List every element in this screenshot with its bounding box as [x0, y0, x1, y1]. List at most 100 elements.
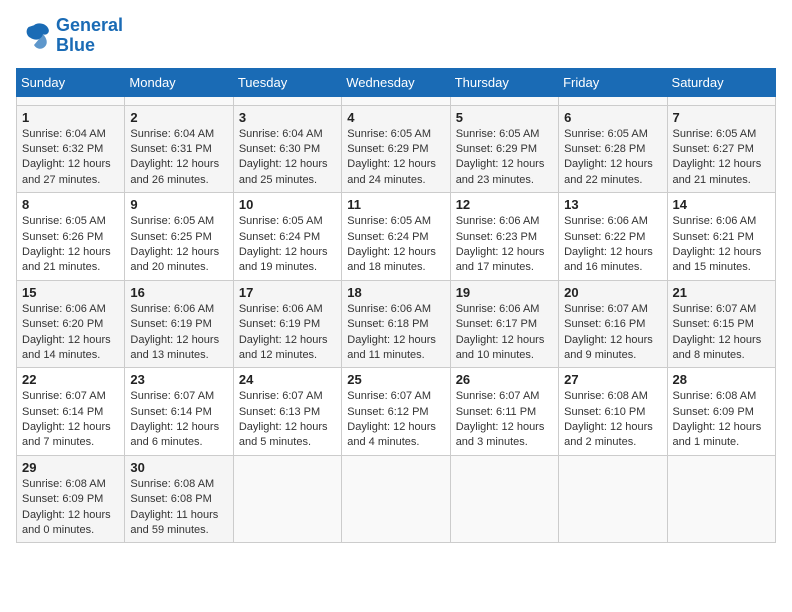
- calendar-cell: [450, 96, 558, 105]
- calendar-cell: 26 Sunrise: 6:07 AM Sunset: 6:11 PM Dayli…: [450, 368, 558, 456]
- calendar-cell: 2 Sunrise: 6:04 AM Sunset: 6:31 PM Daylig…: [125, 105, 233, 193]
- day-info: Sunrise: 6:05 AM Sunset: 6:28 PM Dayligh…: [564, 127, 661, 189]
- day-info: Sunrise: 6:06 AM Sunset: 6:19 PM Dayligh…: [130, 302, 227, 364]
- day-number: 25: [347, 372, 444, 387]
- day-number: 24: [239, 372, 336, 387]
- calendar-cell: 3 Sunrise: 6:04 AM Sunset: 6:30 PM Daylig…: [233, 105, 341, 193]
- day-number: 18: [347, 285, 444, 300]
- calendar-cell: [233, 96, 341, 105]
- day-info: Sunrise: 6:04 AM Sunset: 6:31 PM Dayligh…: [130, 127, 227, 189]
- day-number: 21: [673, 285, 770, 300]
- calendar-cell: 10Sunrise: 6:05 AM Sunset: 6:24 PM Dayli…: [233, 193, 341, 281]
- weekday-header-monday: Monday: [125, 68, 233, 96]
- calendar-cell: 29 Sunrise: 6:08 AM Sunset: 6:09 PM Dayli…: [17, 455, 125, 543]
- calendar-cell: 5Sunrise: 6:05 AM Sunset: 6:29 PM Daylig…: [450, 105, 558, 193]
- day-number: 6: [564, 110, 661, 125]
- day-number: 19: [456, 285, 553, 300]
- day-info: Sunrise: 6:06 AM Sunset: 6:21 PM Dayligh…: [673, 214, 770, 276]
- calendar-cell: 28 Sunrise: 6:08 AM Sunset: 6:09 PM Dayli…: [667, 368, 775, 456]
- day-info: Sunrise: 6:05 AM Sunset: 6:27 PM Dayligh…: [673, 127, 770, 189]
- day-number: 30: [130, 460, 227, 475]
- logo-text: General Blue: [56, 16, 123, 56]
- logo-icon: [16, 18, 52, 54]
- calendar-cell: [667, 96, 775, 105]
- calendar-week-row: 22 Sunrise: 6:07 AM Sunset: 6:14 PM Dayli…: [17, 368, 776, 456]
- calendar-cell: 6 Sunrise: 6:05 AM Sunset: 6:28 PM Daylig…: [559, 105, 667, 193]
- calendar-cell: [233, 455, 341, 543]
- day-number: 7: [673, 110, 770, 125]
- calendar-cell: 13 Sunrise: 6:06 AM Sunset: 6:22 PM Dayli…: [559, 193, 667, 281]
- calendar-cell: 22 Sunrise: 6:07 AM Sunset: 6:14 PM Dayli…: [17, 368, 125, 456]
- calendar-cell: 30 Sunrise: 6:08 AM Sunset: 6:08 PM Dayli…: [125, 455, 233, 543]
- day-info: Sunrise: 6:06 AM Sunset: 6:20 PM Dayligh…: [22, 302, 119, 364]
- calendar-cell: [17, 96, 125, 105]
- calendar-header-row: SundayMondayTuesdayWednesdayThursdayFrid…: [17, 68, 776, 96]
- calendar-cell: 15Sunrise: 6:06 AM Sunset: 6:20 PM Dayli…: [17, 280, 125, 368]
- day-number: 11: [347, 197, 444, 212]
- day-info: Sunrise: 6:07 AM Sunset: 6:13 PM Dayligh…: [239, 389, 336, 451]
- calendar-cell: 4 Sunrise: 6:05 AM Sunset: 6:29 PM Daylig…: [342, 105, 450, 193]
- day-number: 22: [22, 372, 119, 387]
- day-info: Sunrise: 6:08 AM Sunset: 6:09 PM Dayligh…: [22, 477, 119, 539]
- day-number: 1: [22, 110, 119, 125]
- day-number: 23: [130, 372, 227, 387]
- day-number: 13: [564, 197, 661, 212]
- calendar-cell: 24 Sunrise: 6:07 AM Sunset: 6:13 PM Dayli…: [233, 368, 341, 456]
- calendar-cell: 18 Sunrise: 6:06 AM Sunset: 6:18 PM Dayli…: [342, 280, 450, 368]
- calendar-cell: 23Sunrise: 6:07 AM Sunset: 6:14 PM Dayli…: [125, 368, 233, 456]
- day-info: Sunrise: 6:07 AM Sunset: 6:11 PM Dayligh…: [456, 389, 553, 451]
- day-number: 17: [239, 285, 336, 300]
- calendar-cell: [559, 96, 667, 105]
- day-info: Sunrise: 6:06 AM Sunset: 6:19 PM Dayligh…: [239, 302, 336, 364]
- weekday-header-sunday: Sunday: [17, 68, 125, 96]
- calendar-cell: [667, 455, 775, 543]
- day-info: Sunrise: 6:08 AM Sunset: 6:10 PM Dayligh…: [564, 389, 661, 451]
- day-number: 14: [673, 197, 770, 212]
- day-number: 10: [239, 197, 336, 212]
- calendar-week-row: [17, 96, 776, 105]
- calendar-cell: 21Sunrise: 6:07 AM Sunset: 6:15 PM Dayli…: [667, 280, 775, 368]
- day-info: Sunrise: 6:06 AM Sunset: 6:23 PM Dayligh…: [456, 214, 553, 276]
- calendar-cell: 17 Sunrise: 6:06 AM Sunset: 6:19 PM Dayli…: [233, 280, 341, 368]
- calendar-cell: 8Sunrise: 6:05 AM Sunset: 6:26 PM Daylig…: [17, 193, 125, 281]
- calendar-cell: [342, 96, 450, 105]
- day-info: Sunrise: 6:06 AM Sunset: 6:18 PM Dayligh…: [347, 302, 444, 364]
- day-info: Sunrise: 6:07 AM Sunset: 6:16 PM Dayligh…: [564, 302, 661, 364]
- calendar-cell: [342, 455, 450, 543]
- calendar-cell: [559, 455, 667, 543]
- day-info: Sunrise: 6:07 AM Sunset: 6:14 PM Dayligh…: [22, 389, 119, 451]
- day-info: Sunrise: 6:06 AM Sunset: 6:22 PM Dayligh…: [564, 214, 661, 276]
- weekday-header-thursday: Thursday: [450, 68, 558, 96]
- day-number: 2: [130, 110, 227, 125]
- day-info: Sunrise: 6:07 AM Sunset: 6:12 PM Dayligh…: [347, 389, 444, 451]
- calendar-week-row: 1Sunrise: 6:04 AM Sunset: 6:32 PM Daylig…: [17, 105, 776, 193]
- day-info: Sunrise: 6:05 AM Sunset: 6:29 PM Dayligh…: [347, 127, 444, 189]
- day-info: Sunrise: 6:08 AM Sunset: 6:08 PM Dayligh…: [130, 477, 227, 539]
- day-info: Sunrise: 6:05 AM Sunset: 6:25 PM Dayligh…: [130, 214, 227, 276]
- day-number: 29: [22, 460, 119, 475]
- day-number: 9: [130, 197, 227, 212]
- day-number: 3: [239, 110, 336, 125]
- day-info: Sunrise: 6:05 AM Sunset: 6:24 PM Dayligh…: [347, 214, 444, 276]
- day-number: 4: [347, 110, 444, 125]
- day-number: 5: [456, 110, 553, 125]
- page-header: General Blue: [16, 16, 776, 56]
- day-number: 12: [456, 197, 553, 212]
- calendar-cell: 25 Sunrise: 6:07 AM Sunset: 6:12 PM Dayli…: [342, 368, 450, 456]
- calendar-cell: 19Sunrise: 6:06 AM Sunset: 6:17 PM Dayli…: [450, 280, 558, 368]
- calendar-cell: 7 Sunrise: 6:05 AM Sunset: 6:27 PM Daylig…: [667, 105, 775, 193]
- calendar-week-row: 15Sunrise: 6:06 AM Sunset: 6:20 PM Dayli…: [17, 280, 776, 368]
- calendar-week-row: 29 Sunrise: 6:08 AM Sunset: 6:09 PM Dayli…: [17, 455, 776, 543]
- day-info: Sunrise: 6:04 AM Sunset: 6:30 PM Dayligh…: [239, 127, 336, 189]
- calendar-week-row: 8Sunrise: 6:05 AM Sunset: 6:26 PM Daylig…: [17, 193, 776, 281]
- calendar-cell: 12 Sunrise: 6:06 AM Sunset: 6:23 PM Dayli…: [450, 193, 558, 281]
- day-number: 28: [673, 372, 770, 387]
- day-info: Sunrise: 6:08 AM Sunset: 6:09 PM Dayligh…: [673, 389, 770, 451]
- calendar-table: SundayMondayTuesdayWednesdayThursdayFrid…: [16, 68, 776, 544]
- day-info: Sunrise: 6:05 AM Sunset: 6:26 PM Dayligh…: [22, 214, 119, 276]
- weekday-header-wednesday: Wednesday: [342, 68, 450, 96]
- day-number: 16: [130, 285, 227, 300]
- calendar-cell: 27 Sunrise: 6:08 AM Sunset: 6:10 PM Dayli…: [559, 368, 667, 456]
- day-number: 26: [456, 372, 553, 387]
- day-number: 27: [564, 372, 661, 387]
